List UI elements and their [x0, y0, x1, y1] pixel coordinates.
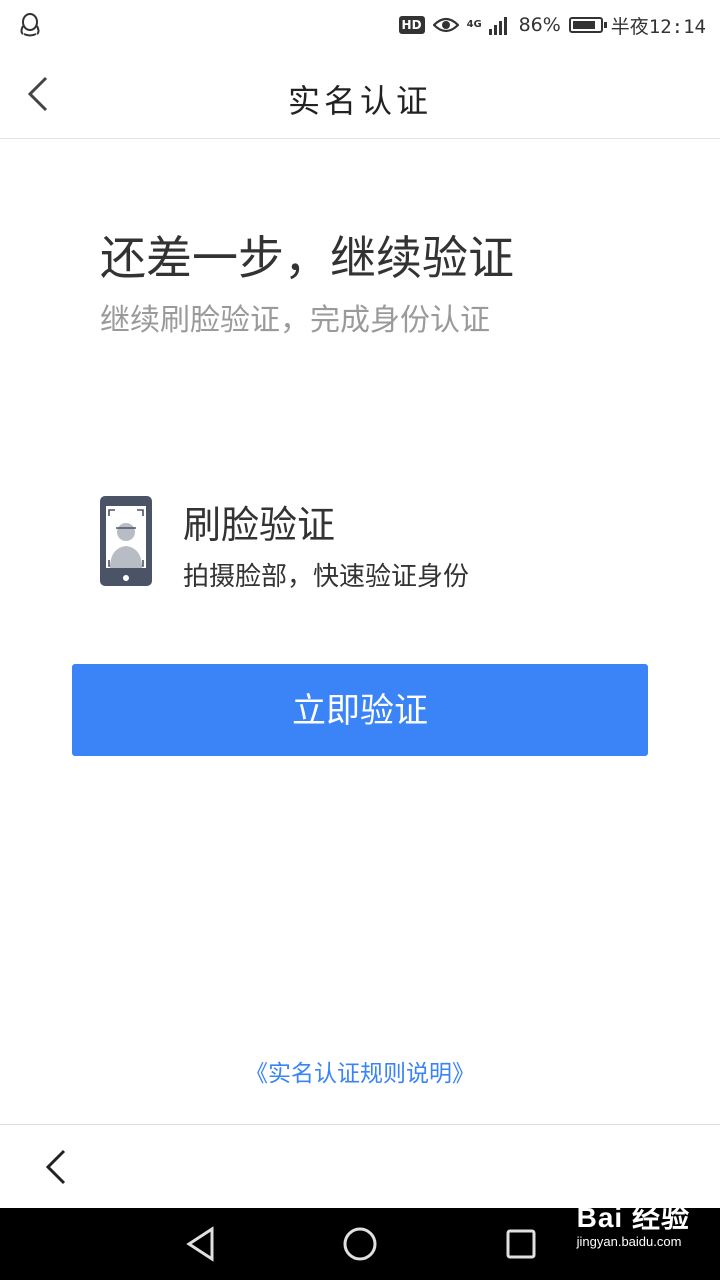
network-type: 4G	[466, 19, 482, 30]
nav-recents-square-icon[interactable]	[504, 1226, 538, 1262]
back-arrow-icon[interactable]	[42, 1145, 78, 1189]
watermark-brand: Bai 经验	[576, 1202, 690, 1233]
battery-icon	[568, 17, 607, 33]
battery-percent: 86%	[518, 14, 561, 36]
nav-home-circle-icon[interactable]	[342, 1226, 378, 1262]
battery-level	[572, 21, 596, 29]
watermark-url: jingyan.baidu.com	[576, 1234, 682, 1249]
verify-now-button[interactable]: 立即验证	[72, 664, 648, 756]
qq-icon	[20, 13, 40, 37]
headline: 还差一步，继续验证	[100, 231, 514, 285]
method-title: 刷脸验证	[183, 503, 336, 547]
baidu-jingyan-watermark: Bai 经验 jingyan.baidu.com	[577, 1196, 690, 1249]
rules-link[interactable]: 《实名认证规则说明》	[0, 1054, 720, 1088]
subtitle: 继续刷脸验证，完成身份认证	[100, 303, 490, 338]
status-bar: HD 4G 86% 半夜12:14	[0, 0, 720, 50]
status-indicators: HD 4G 86% 半夜12:14	[398, 8, 706, 42]
method-description: 拍摄脸部，快速验证身份	[183, 562, 470, 592]
page-title: 实名认证	[287, 82, 432, 120]
face-scan-phone-icon	[100, 496, 152, 586]
nav-back-triangle-icon[interactable]	[184, 1226, 218, 1262]
eye-icon	[432, 17, 459, 33]
hd-badge: HD	[398, 16, 425, 34]
clock: 半夜12:14	[610, 15, 706, 38]
nav-header: 实名认证	[0, 50, 720, 139]
signal-icon	[488, 17, 507, 35]
